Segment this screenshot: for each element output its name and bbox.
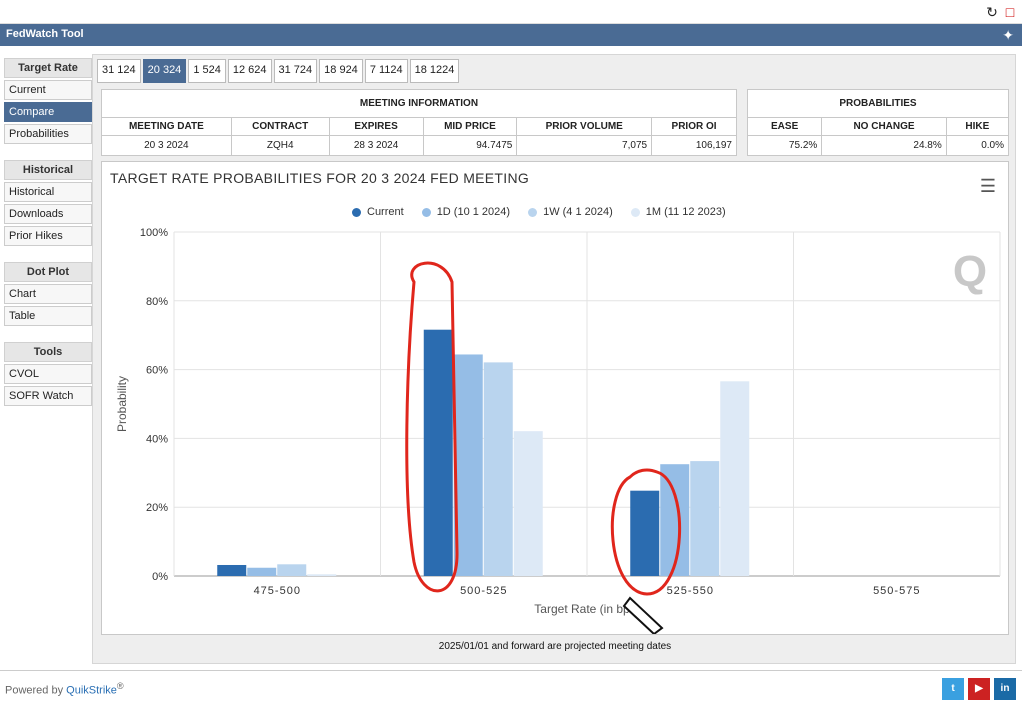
y-tick-label: 100%	[140, 227, 168, 239]
probabilities-table: PROBABILITIES EASE NO CHANGE HIKE 75.2% …	[746, 89, 1010, 156]
sidebar: Target Rate Current Compare Probabilitie…	[4, 58, 92, 408]
pdf-icon[interactable]: □	[1002, 4, 1018, 20]
bar	[720, 381, 750, 576]
bar	[277, 564, 307, 576]
probabilities-heading: PROBABILITIES	[747, 89, 1009, 118]
tab-meeting[interactable]: 31 724	[273, 59, 318, 83]
bar	[217, 564, 247, 576]
quikstrike-link[interactable]: QuikStrike	[66, 685, 117, 697]
x-tick-label: 550-575	[873, 585, 920, 597]
sidebar-item-chart[interactable]: Chart	[4, 284, 92, 304]
twitter-icon[interactable]: ✦	[1002, 27, 1014, 44]
column-header: MID PRICE	[422, 117, 518, 136]
column-header: MEETING DATE	[101, 117, 232, 136]
x-axis-title: Target Rate (in bps)	[534, 602, 639, 616]
projection-footnote: 2025/01/01 and forward are projected mee…	[438, 641, 672, 652]
column-header: PRIOR OI	[651, 117, 737, 136]
meeting-date-cell: 20 3 2024	[101, 135, 232, 156]
x-tick-label: 475-500	[254, 585, 301, 597]
column-header: HIKE	[945, 117, 1010, 136]
bar	[513, 431, 543, 576]
tab-meeting[interactable]: 18 1224	[409, 59, 460, 83]
bar	[690, 461, 720, 576]
sidebar-item-downloads[interactable]: Downloads	[4, 204, 92, 224]
twitter-share-icon[interactable]: t	[942, 678, 964, 700]
x-tick-label: 525-550	[667, 585, 714, 597]
bar	[307, 574, 337, 576]
contract-cell: ZQH4	[230, 135, 330, 156]
tab-meeting[interactable]: 18 924	[319, 59, 363, 83]
sidebar-item-current[interactable]: Current	[4, 80, 92, 100]
sidebar-item-compare[interactable]: Compare	[4, 102, 92, 122]
meeting-tabs: 31 124 20 324 1 524 12 624 31 724 18 924…	[97, 59, 461, 83]
x-tick-label: 500-525	[460, 585, 507, 597]
y-tick-label: 80%	[146, 296, 168, 308]
tab-meeting[interactable]: 12 624	[227, 59, 272, 83]
mid-price-cell: 94.7475	[422, 135, 518, 156]
sidebar-section-historical: Historical	[4, 160, 92, 180]
column-header: EASE	[746, 117, 823, 136]
powered-by: Powered by QuikStrike®	[5, 681, 124, 697]
footer: Powered by QuikStrike® t ▶ in	[0, 670, 1022, 706]
column-header: PRIOR VOLUME	[516, 117, 653, 136]
y-tick-label: 20%	[146, 502, 168, 514]
sidebar-section-target-rate: Target Rate	[4, 58, 92, 78]
tab-meeting[interactable]: 1 524	[188, 59, 226, 83]
refresh-icon[interactable]: ↻	[984, 4, 1000, 20]
mouse-cursor-icon	[622, 596, 664, 634]
sidebar-item-table[interactable]: Table	[4, 306, 92, 326]
app-title-bar: FedWatch Tool ✦	[0, 24, 1022, 46]
y-tick-label: 0%	[152, 571, 168, 583]
chart-container: TARGET RATE PROBABILITIES FOR 20 3 2024 …	[101, 161, 1009, 635]
sidebar-section-tools: Tools	[4, 342, 92, 362]
bar	[630, 490, 660, 576]
quikstrike-watermark-icon: Q	[953, 247, 987, 296]
column-header: NO CHANGE	[821, 117, 947, 136]
no-change-cell: 24.8%	[821, 135, 947, 156]
meeting-info-table: MEETING INFORMATION MEETING DATE CONTRAC…	[101, 89, 737, 156]
youtube-icon[interactable]: ▶	[968, 678, 990, 700]
sidebar-item-historical[interactable]: Historical	[4, 182, 92, 202]
prior-oi-cell: 106,197	[651, 135, 737, 156]
expires-cell: 28 3 2024	[328, 135, 424, 156]
sidebar-item-sofr-watch[interactable]: SOFR Watch	[4, 386, 92, 406]
linkedin-icon[interactable]: in	[994, 678, 1016, 700]
sidebar-item-probabilities[interactable]: Probabilities	[4, 124, 92, 144]
y-tick-label: 60%	[146, 365, 168, 377]
prior-volume-cell: 7,075	[516, 135, 653, 156]
bar	[483, 362, 513, 576]
column-header: EXPIRES	[328, 117, 424, 136]
main-panel: 31 124 20 324 1 524 12 624 31 724 18 924…	[92, 54, 1016, 664]
social-links: t ▶ in	[942, 678, 1016, 700]
column-header: CONTRACT	[230, 117, 330, 136]
y-tick-label: 40%	[146, 433, 168, 445]
sidebar-section-dot-plot: Dot Plot	[4, 262, 92, 282]
tab-meeting[interactable]: 31 124	[97, 59, 141, 83]
sidebar-item-cvol[interactable]: CVOL	[4, 364, 92, 384]
sidebar-item-prior-hikes[interactable]: Prior Hikes	[4, 226, 92, 246]
browser-toolbar: ↻ □	[0, 0, 1022, 24]
tab-meeting[interactable]: 7 1124	[364, 59, 408, 83]
powered-by-label: Powered by	[5, 684, 64, 697]
bar	[423, 329, 453, 576]
meeting-info-heading: MEETING INFORMATION	[101, 89, 737, 118]
y-axis-title: Probability	[115, 376, 129, 432]
hike-cell: 0.0%	[945, 135, 1010, 156]
tab-meeting[interactable]: 20 324	[142, 59, 187, 83]
app-title: FedWatch Tool	[6, 28, 84, 40]
bar	[247, 567, 277, 576]
bar-chart: 0% 20% 40% 60% 80% 100% 475-500 500-525 525-550 5…	[115, 227, 1001, 634]
ease-cell: 75.2%	[746, 135, 823, 156]
